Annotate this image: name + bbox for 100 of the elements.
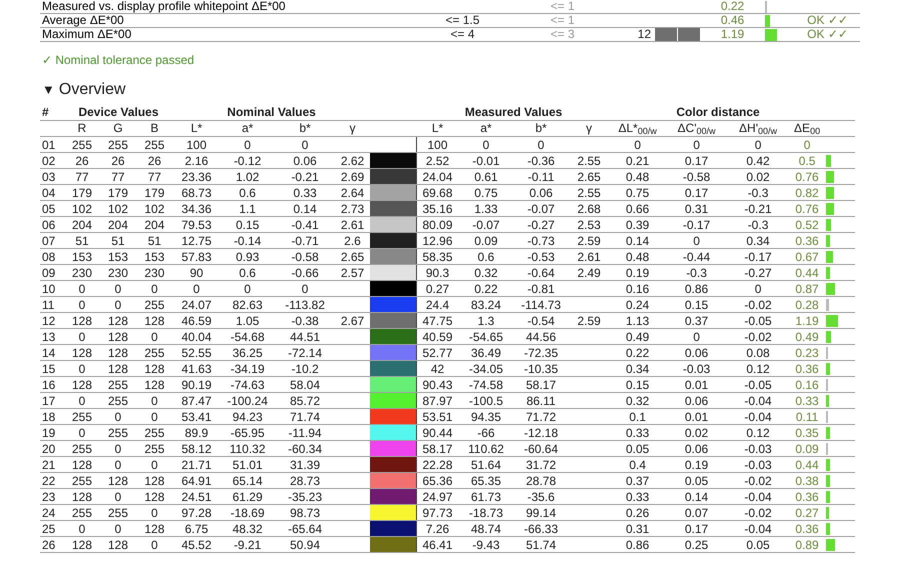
column-header: ΔH'$_{00/w}$ <box>728 120 788 136</box>
table-cell: -0.73 <box>527 234 555 248</box>
table-cell: 0.24 <box>626 298 650 312</box>
table-cell: -66 <box>477 426 495 440</box>
table-cell: 179 <box>144 186 165 200</box>
table-cell: 0.52 <box>795 218 819 232</box>
table-cell: 0.86 <box>684 282 708 296</box>
table-cell: 0.49 <box>626 330 650 344</box>
table-cell: 48.32 <box>232 522 263 536</box>
table-cell: 90 <box>190 266 204 280</box>
table-cell: 0.27 <box>426 282 450 296</box>
table-cell: 0.33 <box>626 426 650 440</box>
table-cell: 128 <box>144 314 165 328</box>
table-cell: 58.04 <box>290 378 320 392</box>
table-cell: 82.63 <box>232 298 263 312</box>
row-number: 03 <box>42 170 56 184</box>
table-cell: -72.14 <box>288 346 322 360</box>
table-cell: 2.68 <box>577 202 601 216</box>
table-cell: 0.75 <box>474 186 498 200</box>
table-cell: 102 <box>108 202 128 216</box>
table-cell: 255 <box>72 474 92 488</box>
table-cell: 255 <box>108 138 128 152</box>
table-cell: -0.03 <box>744 442 772 456</box>
table-cell: -74.63 <box>230 378 265 392</box>
table-cell: 100 <box>428 138 448 152</box>
table-cell: 0.19 <box>684 458 708 472</box>
row-number: 21 <box>42 458 56 472</box>
table-cell: 0.14 <box>626 234 650 248</box>
table-cell: 80.09 <box>422 218 453 232</box>
table-cell: 128 <box>72 458 92 472</box>
table-cell: 28.78 <box>526 474 556 488</box>
row-number: 20 <box>42 442 56 456</box>
table-cell: 230 <box>144 266 165 280</box>
table-cell: 0.42 <box>746 154 770 168</box>
table-cell: 0.6 <box>239 266 256 280</box>
table-cell: 0.05 <box>626 442 650 456</box>
table-cell: 58.12 <box>181 442 212 456</box>
column-header: ΔE$_{00}$ <box>788 120 826 136</box>
row-number: 16 <box>42 378 56 392</box>
table-cell: 255 <box>108 426 128 440</box>
table-cell: 0.06 <box>529 186 553 200</box>
table-cell: 44.51 <box>290 330 320 344</box>
table-cell: 230 <box>72 266 92 280</box>
table-cell: 0.34 <box>746 234 770 248</box>
table-cell: 0 <box>244 282 251 296</box>
table-cell: -0.66 <box>291 266 319 280</box>
table-cell: -0.58 <box>682 170 710 184</box>
column-header: γ <box>335 120 370 136</box>
table-cell: 0.14 <box>293 202 317 216</box>
table-cell: 1.33 <box>474 202 498 216</box>
row-number: 06 <box>42 218 56 232</box>
row-number: 26 <box>42 538 56 552</box>
column-header: b* <box>514 120 568 136</box>
group-header: Nominal Values <box>173 105 370 120</box>
collapse-toggle[interactable]: ▼ <box>42 81 55 99</box>
table-cell: 0.44 <box>795 458 819 472</box>
table-cell: 0 <box>302 138 308 152</box>
table-cell: -0.41 <box>291 218 319 232</box>
table-cell: 0.12 <box>746 362 770 376</box>
table-cell: 77 <box>111 170 125 184</box>
table-cell: 0.14 <box>684 490 708 504</box>
table-cell: 50.94 <box>290 538 320 552</box>
table-cell: 51.64 <box>471 458 502 472</box>
row-number: 09 <box>42 266 56 280</box>
table-cell: 255 <box>144 138 165 152</box>
table-cell: 255 <box>144 298 165 312</box>
table-cell: 2.59 <box>577 234 601 248</box>
table-cell: 110.62 <box>468 442 504 456</box>
table-cell: 0 <box>78 298 86 312</box>
table-cell: 0 <box>804 138 810 152</box>
table-cell: 0 <box>193 282 200 296</box>
table-cell: 61.73 <box>471 490 502 504</box>
table-cell: 0.67 <box>795 250 819 264</box>
table-cell: 46.41 <box>422 538 453 552</box>
nominal-tolerance: <= 4 <box>450 27 475 41</box>
table-cell: 0 <box>151 410 158 424</box>
table-cell: 94.35 <box>471 410 502 424</box>
row-number: 23 <box>42 490 56 504</box>
table-cell: 40.04 <box>181 330 212 344</box>
table-cell: 58.35 <box>422 250 453 264</box>
table-cell: 2.67 <box>340 314 364 328</box>
table-cell: 0.06 <box>684 394 708 408</box>
table-cell: 2.61 <box>340 218 364 232</box>
table-cell: 0.22 <box>474 282 498 296</box>
table-cell: 98.73 <box>290 506 320 520</box>
table-cell: -0.03 <box>682 362 710 376</box>
table-cell: 0 <box>151 506 158 520</box>
table-cell: 51 <box>111 234 125 248</box>
table-cell: 0 <box>114 490 122 504</box>
table-cell: 0.32 <box>626 394 650 408</box>
nominal-tolerance: <= 1.5 <box>445 13 480 27</box>
table-cell: 204 <box>72 218 92 232</box>
table-cell: 0 <box>78 362 86 376</box>
table-cell: 65.36 <box>422 474 453 488</box>
table-cell: 0 <box>754 282 762 296</box>
table-cell: 1.02 <box>236 170 260 184</box>
table-cell: 0.48 <box>626 170 650 184</box>
table-cell: 24.51 <box>181 490 212 504</box>
table-cell: 128 <box>108 538 128 552</box>
table-cell: -35.23 <box>288 490 322 504</box>
